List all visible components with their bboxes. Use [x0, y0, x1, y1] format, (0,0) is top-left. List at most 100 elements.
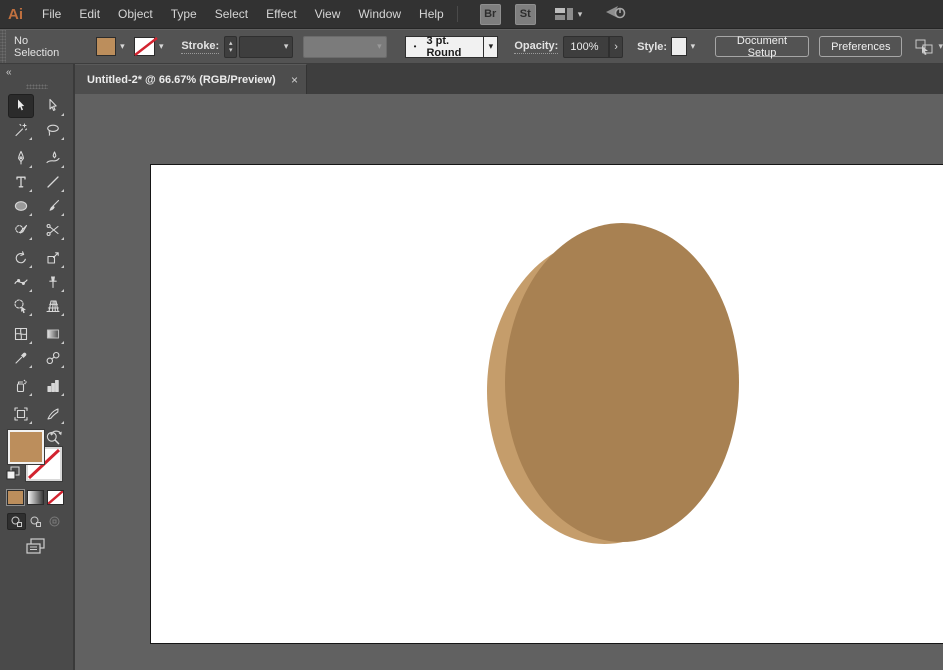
stroke-weight-stepper[interactable]: ▴ ▾: [224, 35, 238, 58]
paintbrush-tool[interactable]: [40, 194, 66, 218]
tools-panel-grip[interactable]: [26, 84, 48, 89]
collapse-panel-button[interactable]: «: [6, 67, 11, 78]
stepper-down-icon[interactable]: ▾: [229, 47, 233, 54]
perspective-grid-tool[interactable]: [40, 294, 66, 318]
menu-effect[interactable]: Effect: [257, 0, 305, 29]
fill-indicator[interactable]: [7, 429, 45, 465]
change-screen-mode-button[interactable]: [24, 536, 48, 561]
draw-inside-button[interactable]: [45, 513, 64, 530]
none-diagonal-icon: [48, 491, 63, 504]
menu-window[interactable]: Window: [349, 0, 410, 29]
arrange-artboards-button[interactable]: ▾: [914, 38, 943, 56]
shaper-icon: [14, 224, 27, 234]
stock-button[interactable]: St: [514, 3, 536, 25]
puppet-warp-tool[interactable]: [40, 270, 66, 294]
app-logo-icon: Ai: [8, 5, 23, 23]
width-tool[interactable]: [8, 270, 34, 294]
symbol-sprayer-tool[interactable]: [8, 374, 34, 398]
shaper-tool[interactable]: [8, 218, 34, 242]
workspace-layout-icon: [554, 8, 573, 20]
workspace-switcher[interactable]: ▾: [554, 7, 583, 21]
type-icon: [15, 176, 26, 188]
bridge-button[interactable]: Br: [479, 3, 501, 25]
stepper-up-icon[interactable]: ▴: [229, 40, 233, 47]
menu-edit[interactable]: Edit: [70, 0, 109, 29]
mesh-tool[interactable]: [8, 322, 34, 346]
direct-selection-tool[interactable]: [40, 94, 66, 118]
rotate-tool[interactable]: [8, 246, 34, 270]
color-mode-button[interactable]: [6, 489, 25, 506]
width-icon: [13, 279, 28, 285]
artboard[interactable]: [150, 164, 943, 644]
menu-file[interactable]: File: [33, 0, 70, 29]
rotate-icon: [15, 251, 26, 264]
preferences-button[interactable]: Preferences: [819, 36, 903, 57]
canvas-area[interactable]: [75, 94, 943, 670]
pen-tool[interactable]: [8, 146, 34, 170]
swap-fill-stroke-button[interactable]: [48, 426, 64, 445]
shape-builder-tool[interactable]: [8, 294, 34, 318]
scale-tool[interactable]: [40, 246, 66, 270]
control-bar-grip[interactable]: [0, 30, 6, 63]
draw-behind-icon: [30, 516, 41, 527]
blend-tool[interactable]: [40, 346, 66, 370]
chevron-down-icon: ▾: [938, 41, 943, 51]
style-swatch[interactable]: [671, 37, 687, 56]
gradient-tool[interactable]: [40, 322, 66, 346]
gradient-icon: [46, 329, 59, 339]
pen-icon: [17, 150, 24, 165]
type-tool[interactable]: [8, 170, 34, 194]
menu-help[interactable]: Help: [410, 0, 453, 29]
ellipse-shape-front[interactable]: [505, 223, 739, 542]
brush-chevron-button[interactable]: ▾: [484, 35, 499, 58]
stroke-weight-combobox[interactable]: ▾: [239, 35, 294, 58]
opacity-arrow-button[interactable]: ›: [609, 35, 624, 58]
tab-close-button[interactable]: ×: [291, 73, 298, 87]
opacity-input[interactable]: 100%: [563, 35, 610, 58]
column-graph-tool[interactable]: [40, 374, 66, 398]
menu-type[interactable]: Type: [162, 0, 206, 29]
line-segment-tool[interactable]: [40, 170, 66, 194]
lasso-icon: [46, 124, 59, 136]
fill-chevron-button[interactable]: ▾: [116, 37, 128, 56]
eyedropper-tool[interactable]: [8, 346, 34, 370]
none-mode-button[interactable]: [47, 490, 64, 505]
mesh-icon: [14, 327, 27, 341]
brush-definition-combobox[interactable]: • 3 pt. Round: [404, 35, 485, 59]
perspective-grid-icon: [45, 300, 60, 313]
menu-view[interactable]: View: [306, 0, 350, 29]
opacity-label[interactable]: Opacity:: [514, 40, 559, 54]
draw-behind-button[interactable]: [26, 513, 45, 530]
ellipse-tool[interactable]: [8, 194, 34, 218]
stroke-color-swatch[interactable]: [134, 37, 159, 56]
style-chevron-button[interactable]: ▾: [687, 37, 699, 56]
artboard-tool[interactable]: [8, 402, 34, 426]
default-fill-stroke-button[interactable]: [6, 466, 20, 485]
magic-wand-tool[interactable]: [8, 118, 34, 142]
document-setup-button[interactable]: Document Setup: [714, 35, 810, 59]
spray-can-icon: [16, 379, 27, 393]
slice-tool[interactable]: [40, 402, 66, 426]
direct-selection-arrow-icon: [48, 98, 57, 111]
curvature-tool[interactable]: [40, 146, 66, 170]
control-bar: No Selection ▾ ▾ Stroke: ▴ ▾ ▾ ▾ • 3 pt.…: [0, 29, 943, 64]
eyedropper-icon: [14, 352, 26, 364]
share-screen-button[interactable]: [604, 3, 628, 26]
draw-normal-button[interactable]: [7, 513, 26, 530]
artboard-page-icon: [13, 407, 28, 421]
scissors-icon: [46, 223, 59, 237]
scissors-tool[interactable]: [40, 218, 66, 242]
gradient-mode-button[interactable]: [27, 490, 44, 505]
lasso-tool[interactable]: [40, 118, 66, 142]
selection-tool[interactable]: [7, 94, 34, 118]
chevron-down-icon: ▾: [577, 8, 583, 19]
menu-object[interactable]: Object: [109, 0, 162, 29]
menu-select[interactable]: Select: [206, 0, 257, 29]
stroke-weight-label[interactable]: Stroke:: [181, 40, 220, 54]
draw-inside-icon: [49, 516, 60, 527]
variable-width-profile-combobox: ▾: [303, 35, 387, 58]
opacity-value: 100%: [570, 40, 599, 53]
document-tab[interactable]: Untitled-2* @ 66.67% (RGB/Preview) ×: [75, 64, 307, 94]
brush-preview-dot: •: [413, 42, 417, 51]
fill-color-swatch[interactable]: [95, 37, 117, 56]
